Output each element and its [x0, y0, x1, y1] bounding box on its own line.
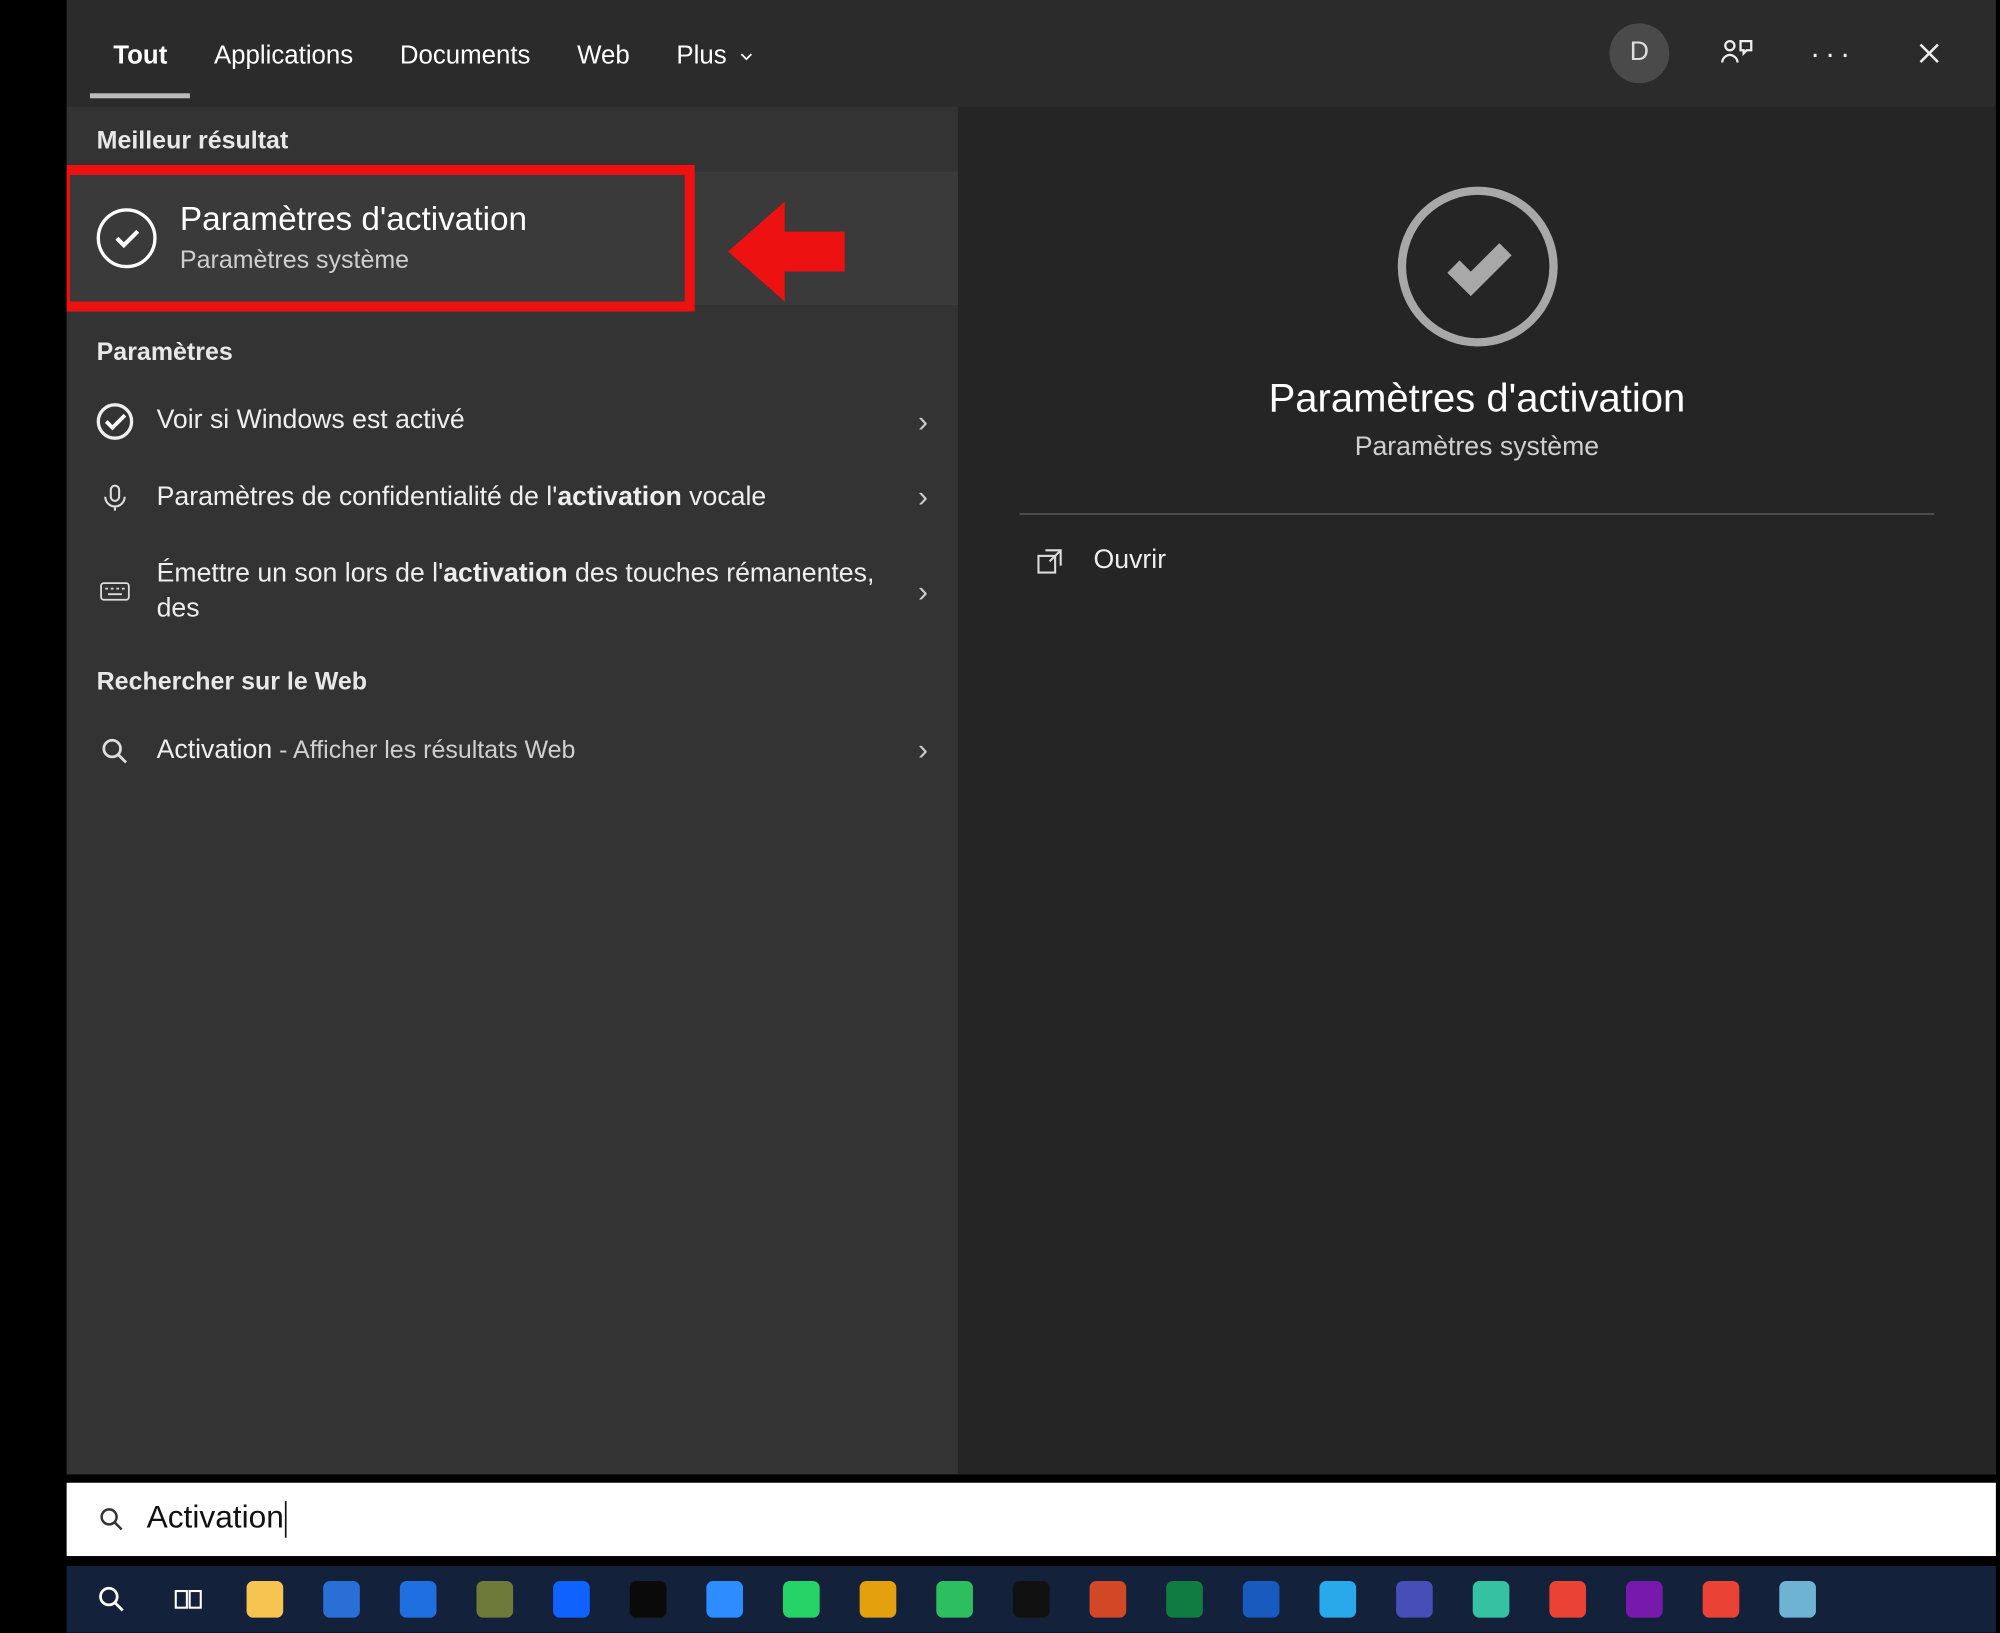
section-label-settings: Paramètres [67, 318, 958, 383]
open-action[interactable]: Ouvrir [1020, 515, 1933, 608]
search-panel: Tout Applications Documents Web Plus D ·… [67, 0, 1996, 1474]
result-label: Voir si Windows est activé [157, 404, 895, 440]
search-input[interactable]: Activation [67, 1483, 1996, 1556]
preview-subtitle: Paramètres système [1355, 433, 1599, 463]
search-query: Activation [147, 1501, 288, 1538]
chevron-right-icon: › [918, 574, 928, 609]
taskbar-word-icon[interactable] [1226, 1573, 1296, 1626]
result-label: Activation - Afficher les résultats Web [157, 733, 895, 769]
best-match-result[interactable]: Paramètres d'activation Paramètres systè… [67, 172, 958, 305]
taskbar-excel-icon[interactable] [1150, 1573, 1220, 1626]
more-options-icon[interactable]: ··· [1803, 23, 1863, 83]
chevron-right-icon: › [918, 733, 928, 768]
section-label-best: Meilleur résultat [67, 107, 958, 172]
taskbar-plex-icon[interactable] [843, 1573, 913, 1626]
check-circle-large-icon [1397, 187, 1557, 347]
taskbar-monitor-icon[interactable] [307, 1573, 377, 1626]
best-subtitle: Paramètres système [180, 247, 527, 275]
tab-more[interactable]: Plus [653, 8, 780, 98]
taskbar-edge-icon[interactable] [1456, 1573, 1526, 1626]
open-label: Ouvrir [1094, 546, 1167, 576]
tab-all[interactable]: Tout [90, 8, 191, 98]
taskbar-xm-icon[interactable] [996, 1573, 1066, 1626]
search-icon [97, 734, 134, 767]
taskbar-file-explorer-icon[interactable] [230, 1573, 300, 1626]
tab-web[interactable]: Web [554, 8, 653, 98]
taskbar-whatsapp-icon[interactable] [766, 1573, 836, 1626]
result-voice-privacy[interactable]: Paramètres de confidentialité de l'activ… [67, 460, 958, 536]
tab-documents[interactable]: Documents [377, 8, 554, 98]
close-button[interactable] [1899, 23, 1959, 83]
result-web-activation[interactable]: Activation - Afficher les résultats Web … [67, 713, 958, 789]
taskbar-g-icon[interactable] [1686, 1573, 1756, 1626]
taskbar-zoom-icon[interactable] [690, 1573, 760, 1626]
feedback-icon[interactable] [1706, 23, 1766, 83]
result-label: Paramètres de confidentialité de l'activ… [157, 480, 895, 516]
section-label-web: Rechercher sur le Web [67, 648, 958, 713]
check-circle-icon [97, 208, 157, 268]
taskbar-onenote-icon[interactable] [1609, 1573, 1679, 1626]
taskbar-photos-icon[interactable] [460, 1573, 530, 1626]
preview-pane: Paramètres d'activation Paramètres systè… [958, 107, 1996, 1475]
search-tabs: Tout Applications Documents Web Plus D ·… [67, 0, 1996, 107]
chevron-right-icon: › [918, 480, 928, 515]
taskbar-dropbox-icon[interactable] [536, 1573, 606, 1626]
taskbar-tv-icon[interactable] [613, 1573, 683, 1626]
taskbar-chrome-icon[interactable] [1533, 1573, 1603, 1626]
results-list: Meilleur résultat Paramètres d'activatio… [67, 107, 958, 1475]
chevron-right-icon: › [918, 404, 928, 439]
result-windows-activated[interactable]: Voir si Windows est activé › [67, 383, 958, 460]
tab-applications[interactable]: Applications [191, 8, 377, 98]
open-external-icon [1034, 545, 1067, 578]
best-title: Paramètres d'activation [180, 202, 527, 240]
preview-title: Paramètres d'activation [1269, 377, 1686, 424]
result-label: Émettre un son lors de l'activation des … [157, 556, 895, 628]
microphone-icon [97, 481, 134, 514]
search-icon [97, 1504, 127, 1534]
result-sticky-keys-sound[interactable]: Émettre un son lors de l'activation des … [67, 536, 958, 648]
keyboard-icon [97, 575, 134, 608]
taskbar [67, 1566, 1996, 1633]
taskbar-notepad-icon[interactable] [1763, 1573, 1833, 1626]
taskbar-teams-icon[interactable] [1379, 1573, 1449, 1626]
taskbar-evernote-icon[interactable] [920, 1573, 990, 1626]
taskbar-task-view-icon[interactable] [153, 1573, 223, 1626]
text-cursor [286, 1501, 288, 1538]
taskbar-telegram-icon[interactable] [1303, 1573, 1373, 1626]
check-circle-icon [97, 403, 134, 440]
tab-more-label: Plus [676, 42, 726, 72]
user-avatar[interactable]: D [1609, 23, 1669, 83]
header-actions: D ··· [1609, 23, 1972, 83]
annotation-arrow-icon [728, 202, 845, 295]
chevron-down-icon [737, 47, 757, 67]
taskbar-search-icon[interactable] [77, 1573, 147, 1626]
taskbar-powerpoint-icon[interactable] [1073, 1573, 1143, 1626]
taskbar-mail-icon[interactable] [383, 1573, 453, 1626]
